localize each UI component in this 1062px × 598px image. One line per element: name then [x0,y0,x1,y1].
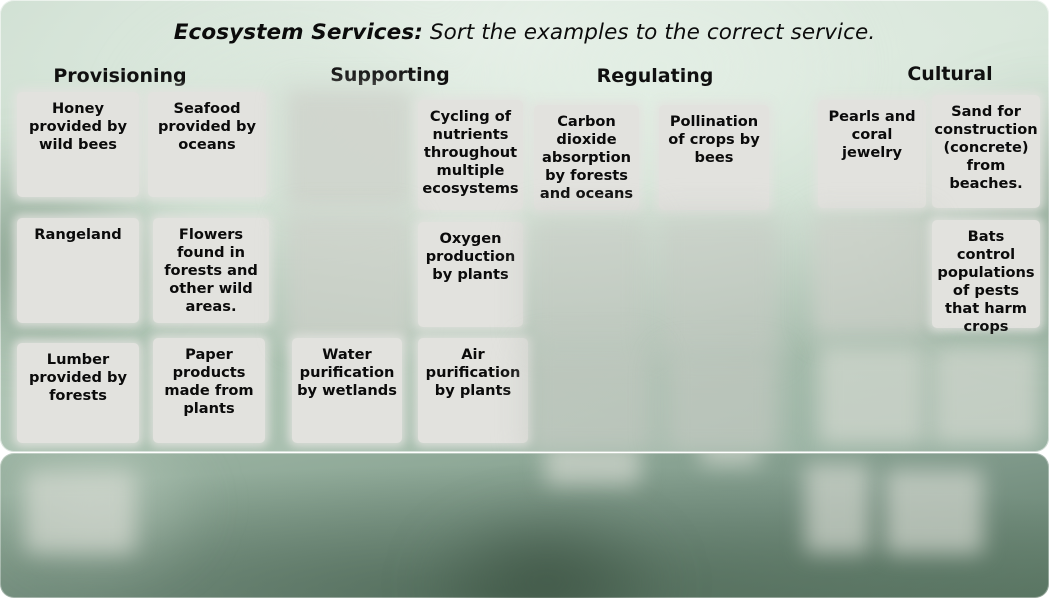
page-title-rest: Sort the examples to the correct service… [422,20,876,45]
column-header-regulating: Regulating [596,65,714,87]
tray-card-3[interactable] [700,453,760,465]
card-tray [0,453,1049,598]
page-title: Ecosystem Services: Sort the examples to… [0,20,1049,45]
card-bats[interactable]: Bats control populations of pests that h… [932,220,1040,335]
sorting-board: Ecosystem Services: Sort the examples to… [0,0,1049,452]
card-cycling[interactable]: Cycling of nutrients throughout multiple… [418,100,523,210]
column-header-cultural: Cultural [907,63,993,85]
card-water[interactable]: Water purification by wetlands [292,338,402,443]
card-obscured-supporting-1[interactable] [292,95,407,203]
card-flowers[interactable]: Flowers found in forests and other wild … [153,218,269,323]
card-pearls[interactable]: Pearls and coral jewelry [818,100,926,208]
card-obscured-supporting-2[interactable] [292,220,407,338]
card-obscured-regulating-1[interactable] [534,222,642,340]
page-title-lead: Ecosystem Services: [173,20,423,45]
tray-card-1[interactable] [25,471,135,553]
card-obscured-regulating-2[interactable] [665,222,773,350]
card-air[interactable]: Air purification by plants [418,338,528,443]
tray-card-4[interactable] [805,463,870,553]
card-obscured-cultural-1[interactable] [818,220,926,330]
tray-card-2[interactable] [545,453,640,485]
card-sand[interactable]: Sand for construction (concrete) from be… [932,95,1040,208]
column-header-supporting: Supporting [330,64,450,86]
card-obscured-cultural-2[interactable] [818,345,926,445]
card-seafood[interactable]: Seafood provided by oceans [148,92,266,197]
card-obscured-regulating-4[interactable] [672,360,772,448]
card-obscured-cultural-3[interactable] [932,345,1040,445]
card-carbon[interactable]: Carbon dioxide absorption by forests and… [534,105,639,210]
card-pollination[interactable]: Pollination of crops by bees [659,105,769,210]
slide-root: Ecosystem Services: Sort the examples to… [0,0,1062,598]
card-paper[interactable]: Paper products made from plants [153,338,265,443]
card-rangeland[interactable]: Rangeland [17,218,139,323]
card-oxygen[interactable]: Oxygen production by plants [418,222,523,327]
card-lumber[interactable]: Lumber provided by forests [17,343,139,443]
column-header-provisioning: Provisioning [53,65,187,87]
tray-card-5[interactable] [885,469,983,554]
card-obscured-regulating-3[interactable] [534,352,646,447]
card-honey[interactable]: Honey provided by wild bees [17,92,139,197]
